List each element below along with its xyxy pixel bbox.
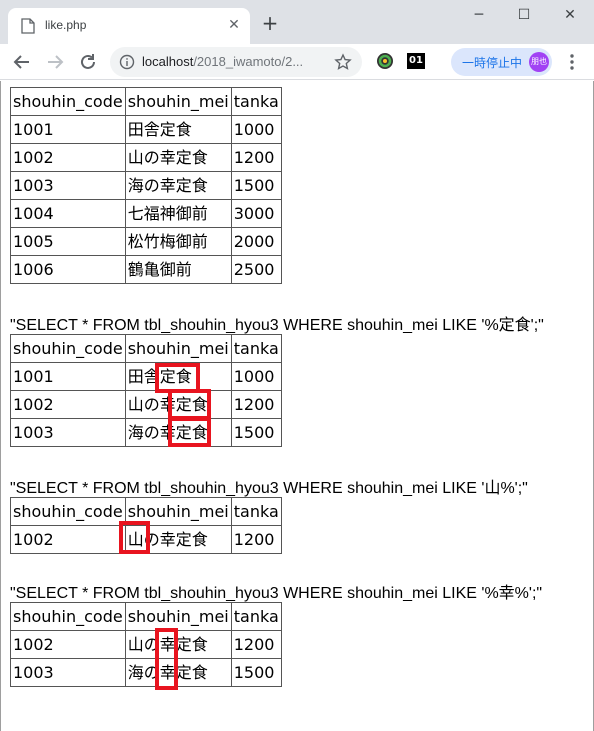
avatar: 朋也 <box>529 52 549 72</box>
header-cell: tanka <box>231 603 282 631</box>
sql-query-text: "SELECT * FROM tbl_shouhin_hyou3 WHERE s… <box>10 480 528 497</box>
table-cell: 1200 <box>231 144 282 172</box>
table-cell: 田舎定食 <box>125 363 232 391</box>
table-cell: 海の幸定食 <box>125 419 232 447</box>
table-row: 1003 海の幸定食 1500 <box>11 659 282 687</box>
table-cell: 1003 <box>11 172 126 200</box>
table-row: 1001 田舎定食 1000 <box>11 363 282 391</box>
table-cell: 1200 <box>231 391 282 419</box>
table-cell: 1500 <box>231 419 282 447</box>
table-cell: 1500 <box>231 172 282 200</box>
header-cell: shouhin_mei <box>125 88 232 116</box>
table-cell: 1002 <box>11 144 126 172</box>
table-cell: 1500 <box>231 659 282 687</box>
forward-arrow-icon[interactable] <box>44 51 66 73</box>
table-cell: 1006 <box>11 256 126 284</box>
table-cell: 1001 <box>11 116 126 144</box>
table-cell: 1000 <box>231 363 282 391</box>
table-row: 1002 山の幸定食 1200 <box>11 631 282 659</box>
header-cell: shouhin_mei <box>125 498 232 526</box>
table-header-row: shouhin_code shouhin_mei tanka <box>11 335 282 363</box>
table-cell: 海の幸定食 <box>125 659 232 687</box>
page-icon <box>21 18 35 34</box>
table-cell: 1002 <box>11 391 126 419</box>
header-cell: shouhin_code <box>11 498 126 526</box>
extension-01-icon[interactable]: 01 <box>407 53 425 69</box>
close-tab-icon[interactable]: ✕ <box>226 17 242 33</box>
tab-strip: like.php ✕ + ─ ☐ ✕ <box>0 0 594 44</box>
maximize-icon[interactable]: ☐ <box>515 6 533 24</box>
table-cell: 1200 <box>231 526 282 554</box>
table-cell: 山の幸定食 <box>125 391 232 419</box>
table-header-row: shouhin_code shouhin_mei tanka <box>11 603 282 631</box>
url-text[interactable]: localhost/2018_iwamoto/2... <box>142 54 303 69</box>
table-cell: 海の幸定食 <box>125 172 232 200</box>
back-arrow-icon[interactable] <box>11 51 33 73</box>
info-icon[interactable] <box>119 54 135 70</box>
table-row: 1005 松竹梅御前 2000 <box>11 228 282 256</box>
table-row: 1002 山の幸定食 1200 <box>11 391 282 419</box>
table-cell: 1004 <box>11 200 126 228</box>
address-bar[interactable]: localhost/2018_iwamoto/2... <box>110 47 362 77</box>
page-content: shouhin_code shouhin_mei tanka 1001 田舎定食… <box>0 81 594 731</box>
products-table-like-contains: shouhin_code shouhin_mei tanka 1002 山の幸定… <box>10 602 282 687</box>
table-cell: 山の幸定食 <box>125 144 232 172</box>
table-row: 1001 田舎定食 1000 <box>11 116 282 144</box>
url-host: localhost <box>142 54 194 69</box>
table-cell: 3000 <box>231 200 282 228</box>
table-cell: 鶴亀御前 <box>125 256 232 284</box>
table-cell: 山の幸定食 <box>125 631 232 659</box>
tab-title: like.php <box>45 18 87 32</box>
sql-query-text: "SELECT * FROM tbl_shouhin_hyou3 WHERE s… <box>10 585 543 602</box>
table-cell: 1001 <box>11 363 126 391</box>
table-cell: 1000 <box>231 116 282 144</box>
products-table-like-prefix: shouhin_code shouhin_mei tanka 1002 山の幸定… <box>10 497 282 554</box>
table-cell: 松竹梅御前 <box>125 228 232 256</box>
table-cell: 1003 <box>11 659 126 687</box>
url-path: /2018_iwamoto/2... <box>193 54 304 69</box>
header-cell: shouhin_code <box>11 335 126 363</box>
reload-icon[interactable] <box>77 51 99 73</box>
header-cell: shouhin_code <box>11 603 126 631</box>
bookmark-star-icon[interactable] <box>334 53 352 71</box>
header-cell: shouhin_code <box>11 88 126 116</box>
table-cell: 1003 <box>11 419 126 447</box>
table-row: 1006 鶴亀御前 2500 <box>11 256 282 284</box>
table-cell: 七福神御前 <box>125 200 232 228</box>
sync-paused-label: 一時停止中 <box>462 56 523 70</box>
table-row: 1002 山の幸定食 1200 <box>11 526 282 554</box>
table-cell: 1005 <box>11 228 126 256</box>
browser-toolbar: localhost/2018_iwamoto/2... 01 一時停止中 朋也 <box>0 44 594 80</box>
table-row: 1003 海の幸定食 1500 <box>11 419 282 447</box>
table-cell: 1200 <box>231 631 282 659</box>
table-cell: 田舎定食 <box>125 116 232 144</box>
header-cell: shouhin_mei <box>125 335 232 363</box>
header-cell: shouhin_mei <box>125 603 232 631</box>
table-cell: 1002 <box>11 526 126 554</box>
table-cell: 山の幸定食 <box>125 526 232 554</box>
table-header-row: shouhin_code shouhin_mei tanka <box>11 88 282 116</box>
minimize-icon[interactable]: ─ <box>470 6 488 24</box>
header-cell: tanka <box>231 498 282 526</box>
table-row: 1003 海の幸定食 1500 <box>11 172 282 200</box>
table-row: 1002 山の幸定食 1200 <box>11 144 282 172</box>
header-cell: tanka <box>231 335 282 363</box>
sql-query-text: "SELECT * FROM tbl_shouhin_hyou3 WHERE s… <box>10 317 544 334</box>
kebab-menu-icon[interactable] <box>564 53 580 71</box>
header-cell: tanka <box>231 88 282 116</box>
table-row: 1004 七福神御前 3000 <box>11 200 282 228</box>
new-tab-icon[interactable]: + <box>261 13 279 33</box>
tab-like-php[interactable]: like.php ✕ <box>8 8 250 44</box>
products-table-all: shouhin_code shouhin_mei tanka 1001 田舎定食… <box>10 87 282 284</box>
sync-paused-button[interactable]: 一時停止中 朋也 <box>451 48 552 76</box>
close-window-icon[interactable]: ✕ <box>561 6 579 24</box>
extension-color-icon[interactable] <box>376 52 394 70</box>
table-cell: 2000 <box>231 228 282 256</box>
table-header-row: shouhin_code shouhin_mei tanka <box>11 498 282 526</box>
products-table-like-suffix: shouhin_code shouhin_mei tanka 1001 田舎定食… <box>10 334 282 447</box>
table-cell: 2500 <box>231 256 282 284</box>
table-cell: 1002 <box>11 631 126 659</box>
